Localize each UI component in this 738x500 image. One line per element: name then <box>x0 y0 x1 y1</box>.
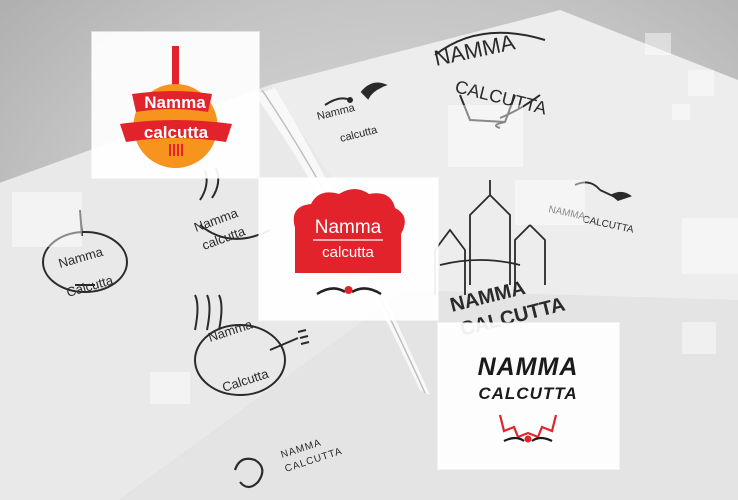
handlettered-line1: NAMMA <box>478 353 579 381</box>
handlettered-line2: CALCUTTA <box>478 384 577 403</box>
chef-logo-line2: calcutta <box>322 244 374 261</box>
mustache-right <box>351 287 382 296</box>
overlay-square <box>682 322 716 354</box>
logo-panel-chef: Namma calcutta <box>259 178 438 320</box>
handlettered-mustache-right <box>531 436 553 442</box>
bindi-dot <box>344 286 353 294</box>
chef-logo: Namma calcutta <box>293 189 405 296</box>
overlay-square <box>672 104 690 120</box>
round-logo-line1: Namma <box>144 93 206 112</box>
round-logo-line2: calcutta <box>144 123 209 142</box>
overlay-square <box>688 70 714 96</box>
handlettered-dot <box>524 435 532 443</box>
handlettered-crown <box>498 414 558 439</box>
spoon-handle <box>172 46 179 90</box>
overlay-square <box>12 192 82 247</box>
mustache-left <box>316 287 346 296</box>
overlay-square <box>448 105 523 167</box>
round-logo: Namma calcutta <box>120 46 232 168</box>
overlay-square <box>682 218 738 274</box>
handlettered-mustache-left <box>503 436 525 442</box>
overlay-square <box>150 372 190 404</box>
overlay-square <box>515 180 585 225</box>
logo-panel-round: Namma calcutta <box>92 32 259 178</box>
overlay-square <box>645 33 671 55</box>
handlettered-logo: NAMMA CALCUTTA <box>478 353 579 443</box>
logo-panel-handlettered: NAMMA CALCUTTA <box>438 323 619 469</box>
photo-scene: NAMMA CALCUTTA Namma calcutta Namma Calc… <box>0 0 738 500</box>
chef-logo-line1: Namma <box>315 217 382 238</box>
